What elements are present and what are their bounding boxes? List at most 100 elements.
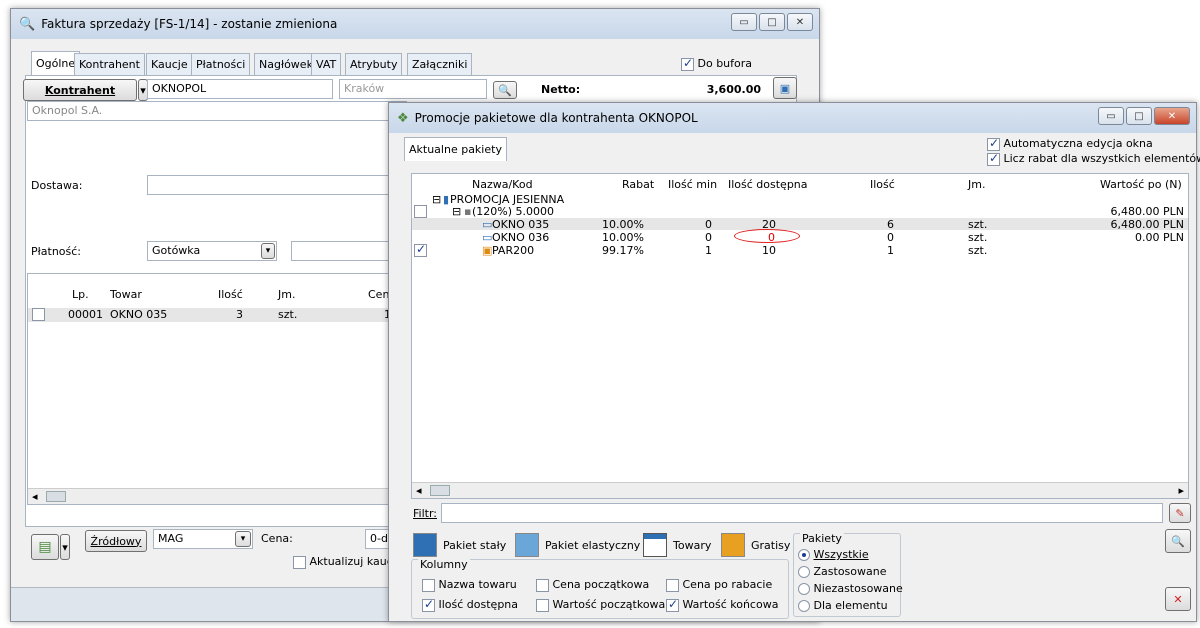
tab-platnosci[interactable]: Płatności [191,53,251,75]
clear-filter-button[interactable]: ✎ [1169,503,1191,523]
search-button[interactable]: 🔍 [1165,529,1191,553]
licz-rabat-checkbox[interactable] [987,151,1000,166]
platnosc-label: Płatność: [31,245,81,258]
legend-elastyczny: Pakiet elastyczny [515,533,640,557]
row-checkbox[interactable] [32,308,45,321]
save-button[interactable]: ▣ [773,77,797,99]
header-jm: Jm. [278,288,296,301]
auto-edit-option[interactable]: Automatyczna edycja okna [987,136,1153,151]
cancel-button[interactable]: ✕ [1165,587,1191,611]
legend-gratisy: Gratisy [721,533,790,557]
opt-ilosc-dost[interactable]: Ilość dostępna [422,597,518,612]
opt-niezastosowane[interactable]: Niezastosowane [798,582,903,595]
tab-zalaczniki[interactable]: Załączniki [407,53,473,75]
search-doc-icon: 🔍 [19,16,36,32]
cena-po-checkbox[interactable] [666,578,679,592]
scroll-left-icon[interactable]: ◂ [32,490,38,503]
tree-row-package[interactable]: ⊟ ▪ (120%) 5.0000 6,480.00 PLN [412,205,1188,218]
do-bufora-option[interactable]: Do bufora [681,56,752,71]
header-towar: Towar [110,288,142,301]
package-flexible-icon [515,533,539,557]
items-scrollbar[interactable]: ◂ [28,488,406,504]
row-lp: 00001 [68,308,103,321]
kontrahent-code-field[interactable]: OKNOPOL [147,79,333,99]
aktualizuj-checkbox[interactable] [293,555,306,569]
tab-naglowek[interactable]: Nagłówek [254,53,318,75]
filtr-label: Filtr: [413,507,437,520]
nazwa-towaru-checkbox[interactable] [422,578,435,592]
invoice-title: Faktura sprzedaży [FS-1/14] - zostanie z… [41,17,338,31]
mag-dropdown-button[interactable]: ▾ [235,531,251,547]
magnifier-icon: 🔍 [498,83,512,97]
promo-maximize-button[interactable]: □ [1126,107,1152,125]
promo-minimize-button[interactable]: ▭ [1098,107,1124,125]
opt-wszystkie[interactable]: Wszystkie [798,548,869,561]
wart-pocz-checkbox[interactable] [536,598,549,612]
promo-close-button[interactable]: ✕ [1154,107,1190,125]
aktualizuj-option[interactable]: Aktualizuj kauc [293,555,393,569]
promo-titlebar[interactable]: ❖ Promocje pakietowe dla kontrahenta OKN… [389,103,1196,133]
table-row[interactable]: 00001 OKNO 035 3 szt. 1 [28,308,406,322]
wart-konc-checkbox[interactable] [666,597,679,612]
auto-edit-checkbox[interactable] [987,136,1000,151]
tree-row-promocja[interactable]: ⊟ ▮ PROMOCJA JESIENNA [412,193,1188,206]
package-checkbox[interactable] [414,205,427,218]
opt-cena-pocz[interactable]: Cena początkowa [536,578,649,592]
gift-icon [721,533,745,557]
gift-checkbox[interactable] [414,242,427,257]
do-bufora-checkbox[interactable] [681,56,694,71]
tab-kontrahent[interactable]: Kontrahent [74,53,145,75]
zrodlowy-button[interactable]: Źródłowy [85,530,147,552]
cena-pocz-checkbox[interactable] [536,578,549,592]
document-action-button[interactable]: ▤ [31,534,59,560]
scroll-left-icon[interactable]: ◂ [416,484,422,497]
header-ilosc-min: Ilość min [668,178,718,191]
platnosc-select[interactable]: Gotówka [147,241,277,261]
opt-wart-pocz[interactable]: Wartość początkowa [536,598,665,612]
tab-kaucje[interactable]: Kaucje [146,53,193,75]
tree-row-okno035[interactable]: ▭ OKNO 035 10.00% 0 20 6 szt. 6,480.00 P… [412,218,1188,231]
search-kontrahent-button[interactable]: 🔍 [493,81,517,99]
tree-row-par200[interactable]: ▣ PAR200 99.17% 1 10 1 szt. [412,242,1188,257]
close-button[interactable]: ✕ [787,13,813,31]
document-green-icon: ▤ [38,539,52,555]
tree-row-okno036[interactable]: ▭ OKNO 036 10.00% 0 0 0 szt. 0.00 PLN [412,229,1188,244]
legend-towary: Towary [643,533,711,557]
dostawa-field[interactable] [147,175,407,195]
opt-wart-konc[interactable]: Wartość końcowa [666,597,778,612]
opt-dla-elementu[interactable]: Dla elementu [798,599,888,612]
wszystkie-radio[interactable] [798,549,810,561]
packages-scrollbar[interactable]: ◂ ▸ [412,482,1188,498]
cena-label: Cena: [261,532,293,545]
items-header: Lp. Towar Ilość Jm. Cena [28,288,406,301]
package-fixed-icon [413,533,437,557]
tab-ogolne[interactable]: Ogólne [31,51,81,75]
items-grid: Lp. Towar Ilość Jm. Cena 00001 OKNO 035 … [27,273,407,505]
niezastosowane-radio[interactable] [798,583,810,595]
invoice-titlebar[interactable]: 🔍 Faktura sprzedaży [FS-1/14] - zostanie… [11,9,819,39]
dla-elementu-radio[interactable] [798,600,810,612]
kontrahent-name-field[interactable]: Oknopol S.A. [27,101,407,121]
kontrahent-button[interactable]: Kontrahent [23,79,137,101]
opt-nazwa-towaru[interactable]: Nazwa towaru [422,578,517,592]
minimize-button[interactable]: ▭ [731,13,757,31]
filtr-input[interactable] [441,503,1163,523]
city-field[interactable]: Kraków [339,79,487,99]
collapse-icon[interactable]: ⊟ [452,205,461,218]
scroll-thumb[interactable] [46,491,66,502]
document-action-dropdown[interactable]: ▾ [60,534,70,560]
scroll-right-icon[interactable]: ▸ [1178,484,1184,497]
tab-aktualne-pakiety[interactable]: Aktualne pakiety [404,137,507,161]
row-jm: szt. [278,308,298,321]
ilosc-dost-checkbox[interactable] [422,597,435,612]
maximize-button[interactable]: □ [759,13,785,31]
platnosc-dropdown-button[interactable]: ▾ [261,243,275,259]
opt-cena-po[interactable]: Cena po rabacie [666,578,772,592]
tab-vat[interactable]: VAT [311,53,342,75]
dostawa-label: Dostawa: [31,179,83,192]
scroll-thumb[interactable] [430,485,450,496]
opt-zastosowane[interactable]: Zastosowane [798,565,887,578]
tab-atrybuty[interactable]: Atrybuty [345,53,403,75]
licz-rabat-option[interactable]: Licz rabat dla wszystkich elementów [987,151,1200,166]
zastosowane-radio[interactable] [798,566,810,578]
